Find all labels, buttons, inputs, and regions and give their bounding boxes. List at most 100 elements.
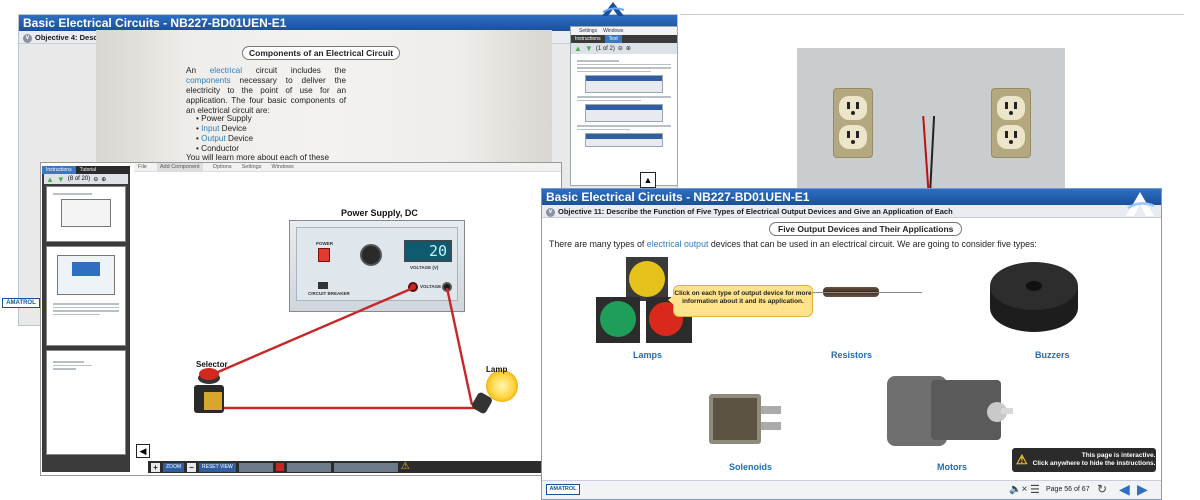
text-span: There are many types of	[549, 239, 647, 249]
device-label-buzzers[interactable]: Buzzers	[1035, 350, 1070, 360]
tooltip-pointer	[668, 295, 674, 305]
zoom-out-icon[interactable]: ⊖	[618, 45, 623, 52]
menu-file[interactable]: File	[138, 163, 147, 171]
list-text: Device	[225, 134, 254, 143]
panel-tabs: Instructions Text	[571, 35, 677, 43]
sim-tabs: Instructions Tutorial	[42, 166, 130, 174]
menu-windows[interactable]: Windows	[271, 163, 293, 171]
lamp-label: Lamp	[486, 365, 508, 374]
panel-menubar: Settings Windows	[571, 27, 677, 35]
sim-next-arrow-icon[interactable]: ▲	[640, 172, 656, 188]
solenoid-image[interactable]	[705, 388, 785, 448]
glossary-link-electrical-output[interactable]: electrical output	[647, 239, 709, 249]
amatrol-logo: AMATROL	[546, 484, 580, 495]
interactive-instructions-note[interactable]: ⚠ This page is interactive. Click anywhe…	[1012, 448, 1156, 472]
list-text: Device	[219, 124, 247, 133]
next-page-icon[interactable]: ▼	[585, 44, 593, 53]
toolbar-button[interactable]	[333, 462, 398, 472]
list-item: Input Device	[196, 124, 253, 134]
preview-image	[585, 133, 663, 147]
prev-page-icon[interactable]: ▲	[46, 175, 54, 184]
preview-image	[585, 75, 663, 93]
lesson-heading: Components of an Electrical Circuit	[242, 46, 401, 60]
buzzer-image[interactable]	[986, 258, 1082, 338]
lamp-bulb-icon[interactable]	[486, 370, 518, 402]
page-indicator: (1 of 2)	[595, 45, 615, 52]
device-label-resistors[interactable]: Resistors	[831, 350, 872, 360]
zoom-in-icon[interactable]: ⊕	[101, 176, 106, 183]
amatrol-a-logo-icon	[602, 2, 625, 16]
prev-page-icon[interactable]: ▲	[574, 44, 582, 53]
amatrol-a-logo-icon	[1126, 192, 1155, 216]
zoom-label: ZOOM	[163, 462, 184, 472]
refresh-icon[interactable]: ↻	[1097, 482, 1107, 496]
sim-prev-arrow-icon[interactable]: ◀	[136, 444, 150, 458]
text-span: circuit includes the	[242, 66, 346, 75]
circuit-breaker[interactable]	[318, 282, 328, 289]
note-line: Click anywhere to hide the instructions.	[1032, 460, 1156, 467]
voltage-knob[interactable]	[360, 244, 382, 266]
zoom-in-button[interactable]: +	[151, 462, 160, 472]
resistor-leads	[812, 292, 922, 293]
page-indicator: Page 56 of 67	[1046, 486, 1090, 493]
instruction-page-thumb[interactable]	[46, 186, 126, 242]
instruction-page-thumb[interactable]	[46, 246, 126, 346]
negative-terminal[interactable]	[442, 282, 452, 292]
toolbar-button[interactable]	[286, 462, 331, 472]
instruction-tooltip[interactable]: Click on each type of output device for …	[668, 285, 813, 317]
intro-paragraph: There are many types of electrical outpu…	[549, 239, 1037, 249]
glossary-link-electrical[interactable]: electrical	[210, 66, 242, 75]
page-indicator: (8 of 20)	[67, 176, 91, 182]
note-text: This page is interactive. Click anywhere…	[1033, 452, 1156, 468]
list-item: Output Device	[196, 134, 253, 144]
selector-label: Selector	[196, 360, 228, 369]
tab-instructions[interactable]: Instructions	[42, 166, 76, 174]
menu-options[interactable]: Options	[213, 163, 232, 171]
tab-text[interactable]: Text	[604, 35, 622, 43]
reset-view-button[interactable]: RESET VIEW	[199, 462, 236, 472]
positive-terminal[interactable]	[408, 282, 418, 292]
glossary-link-components[interactable]: components	[186, 76, 231, 85]
glossary-link-input[interactable]: Input	[201, 124, 219, 133]
chevron-down-icon[interactable]: ∨	[546, 207, 555, 217]
probe-black	[928, 116, 936, 196]
lesson-heading: Five Output Devices and Their Applicatio…	[769, 222, 963, 236]
stop-icon[interactable]	[275, 463, 284, 471]
tab-instructions[interactable]: Instructions	[571, 35, 605, 43]
toolbar-button[interactable]	[238, 462, 273, 472]
power-supply-title: Power Supply, DC	[341, 208, 418, 218]
warning-icon[interactable]: ⚠	[401, 462, 410, 472]
menu-settings[interactable]: Settings	[579, 27, 597, 35]
device-label-lamps[interactable]: Lamps	[633, 350, 662, 360]
prev-page-arrow-icon[interactable]: ◀	[1119, 482, 1130, 496]
lesson-paragraph: An electrical circuit includes the compo…	[186, 66, 346, 116]
device-label-solenoids[interactable]: Solenoids	[729, 462, 772, 472]
text-span: devices that can be used in an electrica…	[708, 239, 1037, 249]
objective-bar[interactable]: ∨ Objective 11: Describe the Function of …	[542, 205, 1161, 218]
mute-icon[interactable]: 🔈×	[1009, 484, 1027, 495]
list-item: Power Supply	[196, 114, 253, 124]
motor-image[interactable]	[885, 370, 1013, 452]
next-page-arrow-icon[interactable]: ▶	[1137, 482, 1148, 496]
menu-icon[interactable]: ☰	[1030, 483, 1040, 496]
zoom-out-icon[interactable]: ⊖	[93, 176, 98, 183]
instruction-page-thumb[interactable]	[46, 350, 126, 455]
zoom-in-icon[interactable]: ⊕	[626, 45, 631, 52]
zoom-out-button[interactable]: −	[187, 462, 196, 472]
power-label: POWER	[316, 241, 334, 246]
menu-add-component[interactable]: Add Component	[156, 163, 203, 171]
spacer	[0, 0, 1, 1]
tooltip-text: Click on each type of output device for …	[674, 290, 812, 305]
menu-settings[interactable]: Settings	[242, 163, 262, 171]
power-switch[interactable]	[318, 248, 330, 262]
instructions-panel: Settings Windows Instructions Text ▲ ▼ (…	[570, 26, 678, 186]
device-label-motors[interactable]: Motors	[937, 462, 967, 472]
glossary-link-output[interactable]: Output	[201, 134, 226, 143]
next-page-icon[interactable]: ▼	[57, 175, 65, 184]
window-title: Basic Electrical Circuits - NB227-BD01UE…	[542, 189, 1161, 205]
chevron-down-icon[interactable]: ∨	[23, 33, 32, 43]
component-list: Power Supply Input Device Output Device …	[196, 114, 253, 154]
tab-tutorial[interactable]: Tutorial	[76, 166, 101, 174]
menu-windows[interactable]: Windows	[603, 27, 623, 35]
list-text: Power Supply	[201, 114, 252, 123]
